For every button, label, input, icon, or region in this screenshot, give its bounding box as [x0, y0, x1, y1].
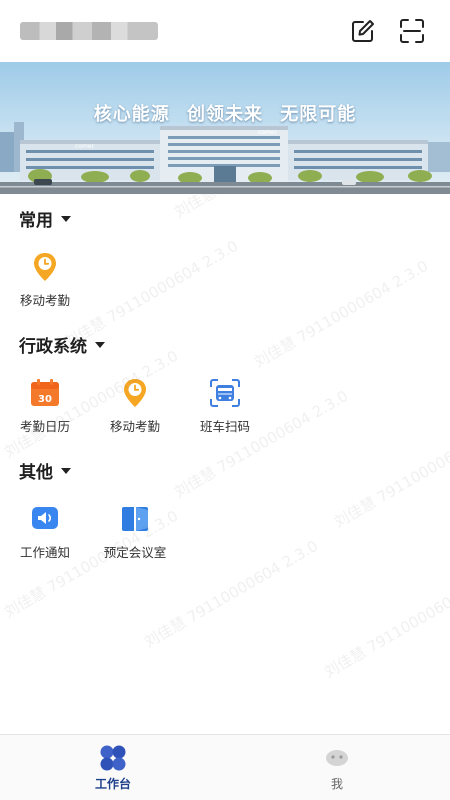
location-clock-icon — [30, 252, 60, 282]
app-mobile-attendance[interactable]: 移动考勤 — [9, 252, 81, 309]
section-title-common[interactable]: 常用 — [19, 206, 71, 231]
section-title-label: 行政系统 — [19, 337, 87, 357]
scan-icon[interactable] — [397, 16, 427, 46]
app-label: 班车扫码 — [199, 419, 250, 434]
app-mobile-attendance-admin[interactable]: 移动考勤 — [99, 378, 171, 435]
app-label: 移动考勤 — [19, 293, 70, 308]
building-illustration — [0, 122, 450, 194]
section-title-label: 常用 — [19, 211, 53, 231]
notification-icon — [30, 504, 60, 534]
bottom-nav: 工作台 我 — [0, 734, 450, 800]
app-work-notification[interactable]: 工作通知 — [9, 504, 81, 561]
app-shuttle-scan[interactable]: 班车扫码 — [189, 378, 261, 435]
building-sign-left: comer — [75, 143, 94, 150]
bus-scan-icon — [210, 378, 240, 408]
watermark-text: 刘佳慧 79110000604 2.3.0 — [331, 417, 450, 532]
caret-down-icon — [95, 341, 105, 348]
app-label: 预定会议室 — [103, 545, 167, 560]
app-label: 工作通知 — [19, 545, 70, 560]
nav-me[interactable]: 我 — [292, 745, 382, 792]
calendar-icon: 30 — [30, 378, 60, 408]
watermark-text: 刘佳慧 79110000604 2.3.0 — [321, 567, 450, 682]
section-title-label: 其他 — [19, 463, 53, 483]
app-label: 考勤日历 — [19, 419, 70, 434]
nav-label: 工作台 — [94, 777, 131, 791]
blurred-title — [20, 22, 158, 40]
app-label: 移动考勤 — [109, 419, 160, 434]
banner-image[interactable]: 核心能源 创领未来 无限可能 comer comer — [0, 62, 450, 194]
nav-label: 我 — [330, 777, 343, 791]
app-attendance-calendar[interactable]: 30 考勤日历 — [9, 378, 81, 435]
profile-icon — [326, 750, 348, 766]
watermark-text: 刘佳慧 79110000604 2.3.0 — [251, 256, 432, 372]
edit-icon[interactable] — [348, 16, 378, 46]
app-book-meeting-room[interactable]: 预定会议室 — [99, 504, 171, 561]
calendar-badge: 30 — [38, 394, 52, 405]
section-title-admin[interactable]: 行政系统 — [19, 332, 105, 357]
section-title-other[interactable]: 其他 — [19, 458, 71, 483]
nav-workbench[interactable]: 工作台 — [68, 745, 158, 792]
location-clock-icon — [120, 378, 150, 408]
banner-slogan: 核心能源 创领未来 无限可能 — [93, 104, 357, 125]
watermark-text: 刘佳慧 79110000604 2.3.0 — [170, 194, 352, 222]
building-sign-center: comer — [258, 129, 277, 136]
top-bar — [0, 0, 450, 62]
caret-down-icon — [61, 215, 71, 222]
meeting-room-icon — [120, 504, 150, 534]
workbench-icon — [100, 745, 126, 771]
caret-down-icon — [61, 467, 71, 474]
